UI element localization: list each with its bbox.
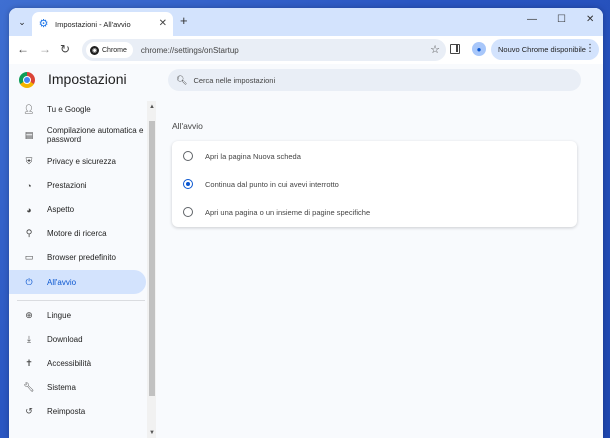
sidebar-item-system[interactable]: 🔧︎ Sistema — [9, 379, 146, 396]
settings-page: Impostazioni 🔍︎ 👤︎ Tu e Google ▤ Compila… — [9, 64, 603, 438]
toolbar: ← → ↻ ◉ Chrome chrome://settings/onStart… — [9, 36, 603, 64]
tab-settings[interactable]: ⚙ Impostazioni - All'avvio ✕ — [32, 12, 173, 36]
browser-icon: ▭ — [24, 252, 34, 262]
update-label: Nouvo Chrome disponibile — [498, 45, 586, 54]
forward-button[interactable]: → — [39, 43, 51, 55]
sidebar-item-performance[interactable]: ◔ Prestazioni — [9, 177, 146, 194]
minimize-button[interactable]: — — [527, 14, 537, 25]
menu-dots-icon[interactable]: ⋮ — [585, 43, 595, 54]
sidebar-item-search-engine[interactable]: ⚲ Motore di ricerca — [9, 225, 146, 242]
sidebar-item-downloads[interactable]: ⤓ Download — [9, 331, 146, 348]
url-text: chrome://settings/onStartup — [140, 45, 239, 55]
window-close-button[interactable]: ✕ — [586, 14, 594, 25]
side-panel-icon[interactable] — [450, 44, 460, 54]
scroll-up-arrow-icon[interactable]: ▲ — [149, 104, 155, 110]
radio-button[interactable] — [183, 151, 193, 161]
reset-icon: ↺ — [25, 406, 33, 416]
new-tab-button[interactable]: + — [180, 14, 188, 28]
sidebar-item-you-and-google[interactable]: 👤︎ Tu e Google — [9, 101, 146, 118]
browser-window: ⌄ ⚙ Impostazioni - All'avvio ✕ + — ☐ ✕ ←… — [9, 8, 603, 438]
person-icon: 👤︎ — [23, 104, 35, 114]
startup-option-continue[interactable]: Continua dal punto in cui avevi interrot… — [172, 170, 577, 198]
search-icon: ⚲ — [25, 228, 33, 238]
update-chrome-button[interactable]: Nouvo Chrome disponibile ⋮ — [491, 39, 599, 60]
settings-search-input[interactable] — [193, 75, 554, 85]
chevron-down-icon: ⌄ — [18, 16, 26, 27]
speedometer-icon: ◔ — [26, 180, 32, 191]
startup-option-specific-pages[interactable]: Apri una pagina o un insieme di pagine s… — [172, 198, 577, 226]
address-bar[interactable]: ◉ Chrome chrome://settings/onStartup ☆ — [82, 39, 446, 61]
power-icon: ⏻ — [25, 276, 33, 287]
back-button[interactable]: ← — [17, 43, 29, 55]
site-chip-label: Chrome — [102, 46, 127, 54]
sidebar-item-appearance[interactable]: ◕ Aspetto — [9, 201, 146, 218]
close-icon[interactable]: ✕ — [159, 18, 167, 29]
maximize-button[interactable]: ☐ — [557, 14, 566, 25]
settings-sidebar: 👤︎ Tu e Google ▤ Compilazione automatica… — [9, 101, 147, 438]
startup-option-new-tab[interactable]: Apri la pagina Nuova scheda — [172, 142, 577, 170]
site-info-chip[interactable]: ◉ Chrome — [86, 42, 133, 58]
settings-search-bar[interactable]: 🔍︎ — [168, 69, 581, 91]
sidebar-item-autofill[interactable]: ▤ Compilazione automatica e password — [9, 123, 146, 147]
profile-avatar-icon[interactable]: ● — [472, 42, 486, 56]
page-title: Impostazioni — [48, 71, 127, 87]
sidebar-divider — [17, 300, 145, 301]
sidebar-item-languages[interactable]: ⊕ Lingue — [9, 307, 146, 324]
chrome-icon: ◉ — [90, 45, 99, 55]
gear-icon: ⚙ — [38, 17, 49, 30]
tab-search-button[interactable]: ⌄ — [14, 14, 30, 30]
tab-strip: ⌄ ⚙ Impostazioni - All'avvio ✕ + — ☐ ✕ — [9, 8, 603, 36]
shield-icon: ⛨ — [25, 156, 33, 166]
reload-button[interactable]: ↻ — [60, 43, 70, 55]
startup-options-card: Apri la pagina Nuova scheda Continua dal… — [172, 141, 577, 227]
tab-title: Impostazioni - All'avvio — [55, 19, 131, 29]
palette-icon: ◕ — [26, 204, 32, 215]
sidebar-item-on-startup[interactable]: ⏻ All'avvio — [9, 270, 146, 294]
sidebar-item-privacy[interactable]: ⛨ Privacy e sicurezza — [9, 153, 146, 170]
radio-button-checked[interactable] — [183, 179, 193, 189]
globe-icon: ⊕ — [25, 310, 33, 320]
sidebar-scrollbar-thumb[interactable] — [149, 121, 155, 396]
accessibility-icon: ✝ — [25, 358, 33, 368]
wrench-icon: 🔧︎ — [23, 382, 35, 392]
search-icon: 🔍︎ — [176, 74, 188, 85]
radio-button[interactable] — [183, 207, 193, 217]
sidebar-item-accessibility[interactable]: ✝ Accessibilità — [9, 355, 146, 372]
bookmark-star-icon[interactable]: ☆ — [430, 43, 440, 56]
clipboard-icon: ▤ — [24, 129, 34, 140]
chrome-logo-icon — [19, 72, 35, 88]
sidebar-item-reset[interactable]: ↺ Reimposta — [9, 403, 146, 420]
download-icon: ⤓ — [27, 334, 31, 344]
sidebar-item-default-browser[interactable]: ▭ Browser predefinito — [9, 249, 146, 266]
scroll-down-arrow-icon[interactable]: ▼ — [149, 430, 155, 436]
section-title: All'avvio — [172, 121, 203, 131]
